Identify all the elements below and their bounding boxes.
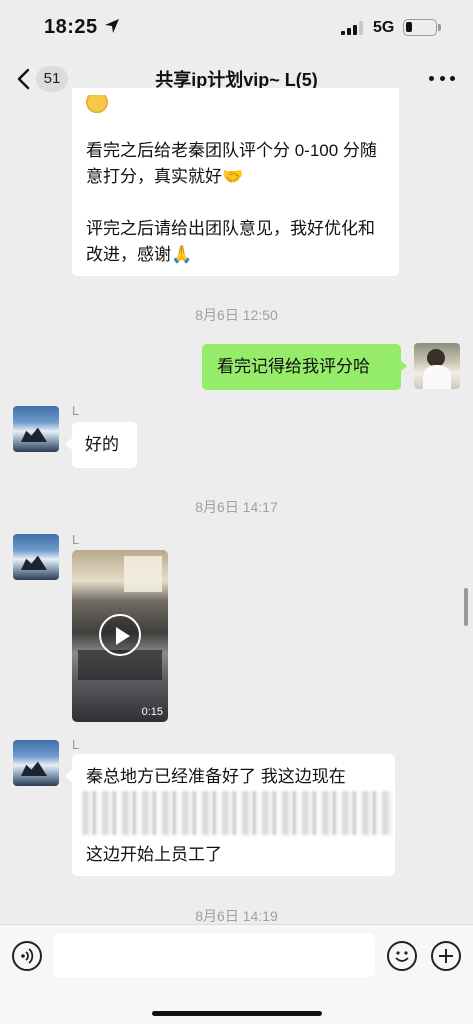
- voice-icon[interactable]: [12, 941, 42, 971]
- emoji-icon[interactable]: [387, 941, 417, 971]
- message-timestamp: 8月6日 14:17: [195, 499, 278, 515]
- play-icon[interactable]: [99, 614, 141, 656]
- scrollbar[interactable]: [464, 588, 468, 626]
- sender-name: L: [72, 532, 80, 547]
- location-arrow-icon: [105, 19, 119, 33]
- network-type: 5G: [373, 19, 395, 36]
- message-bubble-sent[interactable]: 看完记得给我评分哈: [202, 344, 401, 390]
- status-time: 18:25: [44, 16, 98, 38]
- battery-cap: [438, 24, 441, 31]
- message-bubble-received[interactable]: 看完之后给老秦团队评个分 0-100 分随意打分，真实就好🤝 评完之后请给出团队…: [72, 88, 399, 276]
- bubble-tail: [65, 438, 72, 450]
- plus-icon[interactable]: [431, 941, 461, 971]
- sender-avatar[interactable]: [13, 534, 59, 580]
- home-indicator: [152, 1011, 322, 1016]
- more-dots-icon[interactable]: [429, 68, 455, 88]
- emoji-icon-partial: [86, 95, 108, 113]
- privacy-mosaic: [82, 791, 392, 835]
- video-duration: 0:15: [141, 706, 163, 718]
- battery-icon: [403, 19, 437, 36]
- my-avatar[interactable]: [414, 343, 460, 389]
- message-bubble-received[interactable]: 好的: [72, 422, 137, 468]
- message-input[interactable]: [53, 933, 375, 977]
- message-text: 看完之后给老秦团队评个分 0-100 分随意打分，真实就好🤝: [86, 141, 377, 186]
- message-timestamp: 8月6日 12:50: [195, 307, 278, 323]
- unread-count-badge: 51: [36, 66, 68, 92]
- sender-name: L: [72, 403, 80, 418]
- input-bar: [0, 924, 473, 1024]
- message-text: 评完之后请给出团队意见，我好优化和改进，感谢🙏: [86, 219, 375, 264]
- chevron-left-icon: [17, 68, 30, 90]
- message-text: 这边开始上员工了: [86, 845, 222, 864]
- message-timestamp: 8月6日 14:19: [195, 908, 278, 924]
- video-message[interactable]: 0:15: [72, 550, 168, 722]
- back-button[interactable]: 51: [14, 62, 70, 96]
- sender-name: L: [72, 737, 80, 752]
- cellular-signal-icon: [341, 21, 363, 35]
- message-text: 秦总地方已经准备好了 我这边现在: [86, 767, 346, 786]
- bubble-tail: [400, 360, 407, 372]
- bubble-tail: [65, 770, 72, 782]
- video-thumbnail-window: [124, 556, 162, 592]
- sender-avatar[interactable]: [13, 740, 59, 786]
- sender-avatar[interactable]: [13, 406, 59, 452]
- status-bar: 18:25 5G: [0, 0, 473, 56]
